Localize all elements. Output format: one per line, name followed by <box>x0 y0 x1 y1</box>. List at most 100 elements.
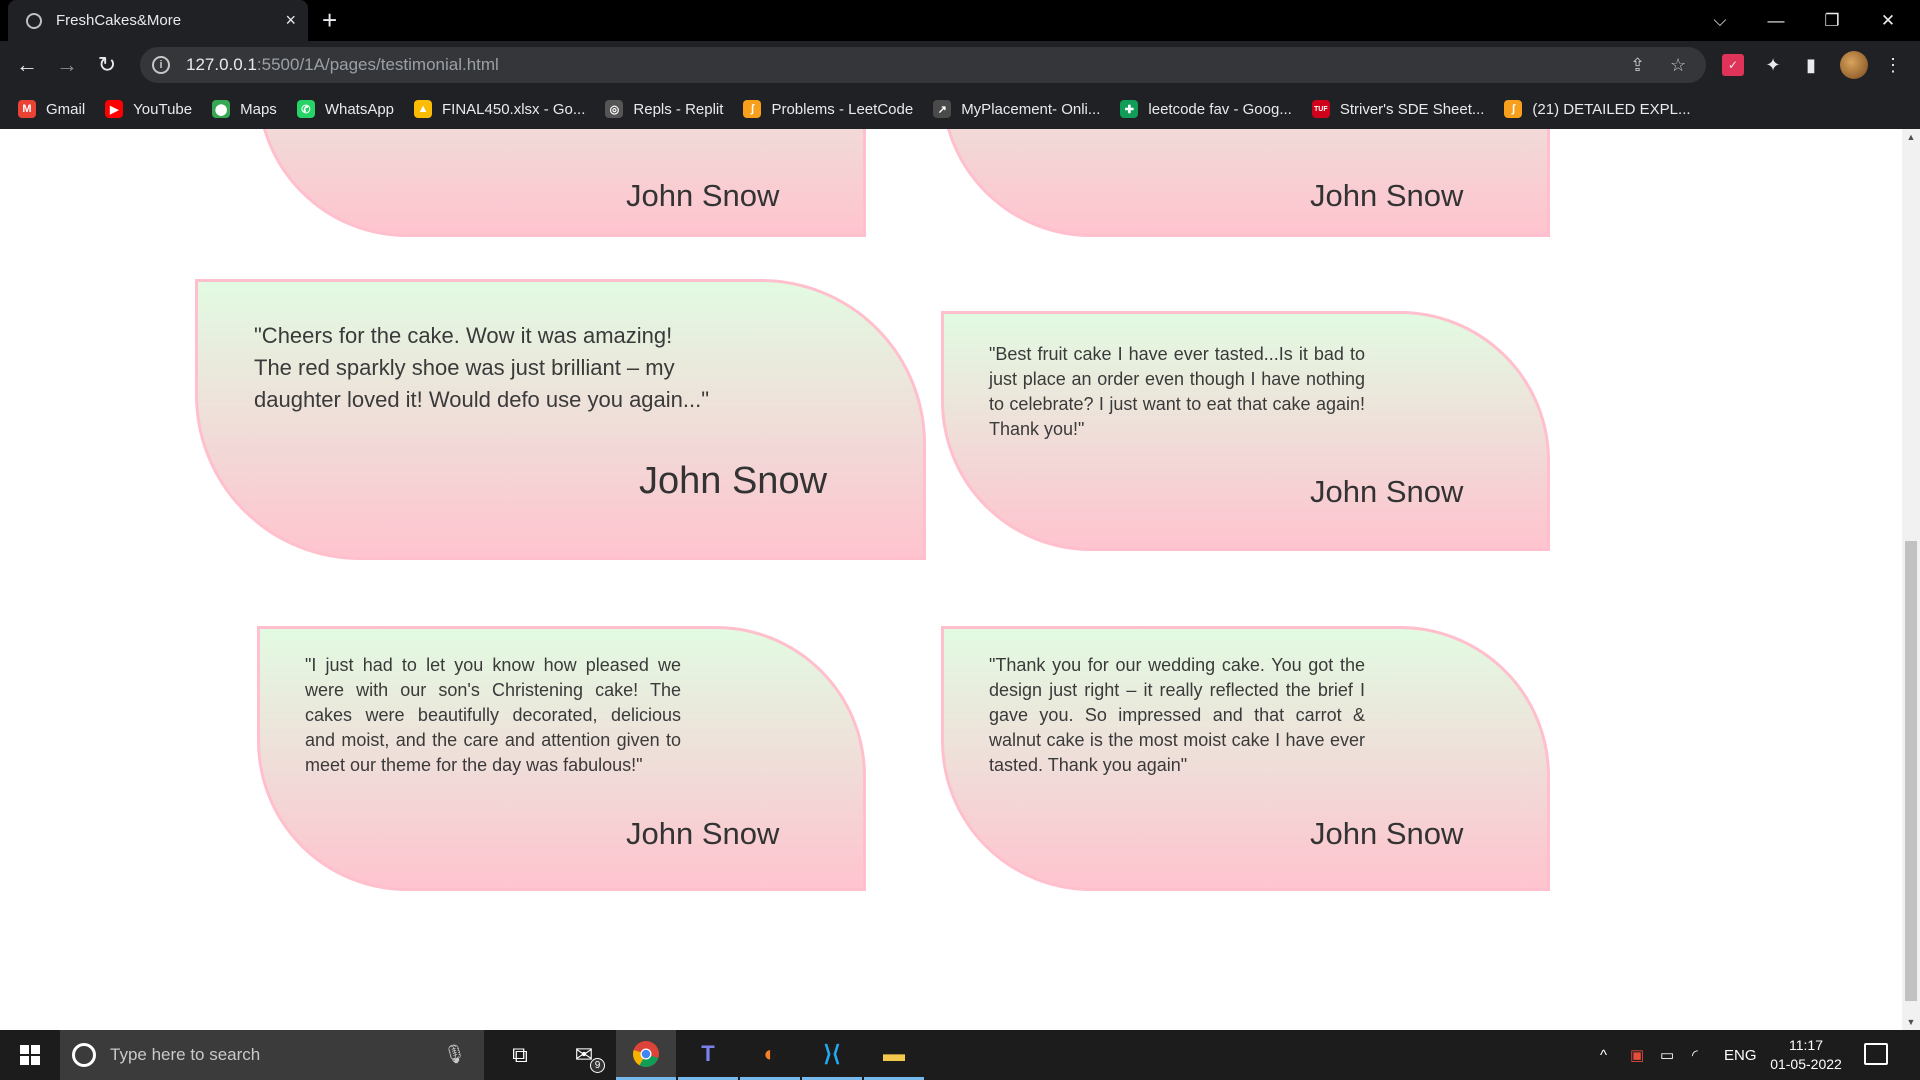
bookmark-label: Striver's SDE Sheet... <box>1339 100 1485 118</box>
taskbar-search-box[interactable]: Type here to search 🎙 <box>60 1030 484 1080</box>
start-button[interactable] <box>0 1030 60 1080</box>
notification-center-icon[interactable] <box>1864 1043 1888 1065</box>
testimonial-author: John Snow <box>639 460 828 502</box>
tab-strip: FreshCakes&More × + ⌵ — ❐ ✕ <box>0 0 1920 41</box>
page-scrollbar[interactable]: ▲ ▼ <box>1902 129 1920 1030</box>
testimonial-card-5: "I just had to let you know how pleased … <box>257 626 866 891</box>
address-bar[interactable]: i 127.0.0.1:5500/1A/pages/testimonial.ht… <box>140 47 1706 83</box>
chrome-app-icon[interactable] <box>616 1030 676 1080</box>
replit-icon: ◎ <box>605 100 624 118</box>
bookmark-item[interactable]: ʃ Problems - LeetCode <box>743 100 913 118</box>
testimonial-author: John Snow <box>626 178 780 213</box>
language-indicator[interactable]: ENG <box>1724 1030 1757 1080</box>
mail-app-icon[interactable]: ✉ 9 <box>554 1030 614 1080</box>
testimonial-card-4: "Best fruit cake I have ever tasted...Is… <box>941 311 1550 551</box>
file-explorer-icon[interactable]: ▬ <box>864 1030 924 1080</box>
bookmark-label: leetcode fav - Goog... <box>1148 100 1292 118</box>
testimonial-quote: "Best fruit cake I have ever tasted...Is… <box>989 344 1365 439</box>
testimonial-author: John Snow <box>1310 474 1464 509</box>
bookmark-item[interactable]: ▶ YouTube <box>105 100 192 118</box>
bookmark-star-icon[interactable]: ☆ <box>1670 55 1686 76</box>
close-tab-icon[interactable]: × <box>285 10 296 31</box>
bookmark-label: WhatsApp <box>324 100 395 118</box>
back-button[interactable]: ← <box>12 50 42 80</box>
bookmark-item[interactable]: ◎ Repls - Replit <box>605 100 723 118</box>
bookmark-item[interactable]: ʃ (21) DETAILED EXPL... <box>1504 100 1691 118</box>
testimonial-quote: "Thank you for our wedding cake. You got… <box>989 655 1365 775</box>
testimonial-card-6: "Thank you for our wedding cake. You got… <box>941 626 1550 891</box>
wifi-icon[interactable]: ◜ <box>1692 1030 1698 1080</box>
bookmark-label: YouTube <box>133 100 193 118</box>
bookmark-label: Maps <box>240 100 277 118</box>
globe-icon <box>26 12 42 29</box>
chrome-logo-icon <box>633 1040 659 1067</box>
page-viewport: John Snow John Snow "Cheers for the cake… <box>0 129 1902 1030</box>
new-tab-button[interactable]: + <box>322 6 337 34</box>
maps-icon: ⬤ <box>212 100 231 118</box>
scroll-up-arrow-icon[interactable]: ▲ <box>1902 129 1920 145</box>
search-placeholder: Type here to search <box>110 1045 261 1064</box>
testimonial-card-1: John Snow <box>257 129 866 237</box>
task-view-icon[interactable]: ⧉ <box>490 1030 550 1080</box>
bookmark-item[interactable]: M Gmail <box>18 100 85 118</box>
pocket-extension-icon[interactable]: ✓ <box>1722 54 1744 76</box>
tuf-icon: TUF <box>1311 100 1330 118</box>
windows-logo-icon <box>20 1045 40 1065</box>
testimonial-card-3: "Cheers for the cake. Wow it was amazing… <box>195 279 926 560</box>
clock-date: 01-05-2022 <box>1770 1056 1842 1072</box>
site-info-icon[interactable]: i <box>152 56 170 74</box>
whatsapp-icon: ✆ <box>296 100 315 118</box>
vscode-app-icon[interactable]: ⟩⟨ <box>802 1030 862 1080</box>
google-drive-icon: ▲ <box>414 100 433 118</box>
forward-button[interactable]: → <box>52 50 82 80</box>
battery-icon[interactable]: ▭ <box>1660 1030 1674 1080</box>
google-sheets-icon: ✚ <box>1120 100 1139 118</box>
testimonial-quote: "I just had to let you know how pleased … <box>305 655 681 775</box>
bookmark-item[interactable]: ✚ leetcode fav - Goog... <box>1120 100 1292 118</box>
cortana-icon <box>72 1043 96 1067</box>
scroll-down-arrow-icon[interactable]: ▼ <box>1902 1014 1920 1030</box>
side-panel-icon[interactable]: ▮ <box>1800 54 1822 76</box>
bookmark-item[interactable]: ▲ FINAL450.xlsx - Go... <box>414 100 585 118</box>
bookmark-label: Problems - LeetCode <box>771 100 914 118</box>
mail-badge: 9 <box>590 1058 605 1073</box>
bookmark-item[interactable]: ✆ WhatsApp <box>296 100 395 118</box>
gmail-icon: M <box>18 100 36 118</box>
testimonial-author: John Snow <box>1310 816 1464 851</box>
external-link-icon: ↗ <box>933 100 952 118</box>
microphone-icon[interactable]: 🎙 <box>443 1044 466 1065</box>
leetcode-icon: ʃ <box>1504 100 1523 118</box>
menu-kebab-icon[interactable]: ⋮ <box>1882 54 1904 76</box>
tab-freshcakes[interactable]: FreshCakes&More × <box>8 0 308 41</box>
tab-search-button[interactable]: ⌵ <box>1692 0 1748 41</box>
windows-taskbar: Type here to search 🎙 ⧉ ✉ 9 T ◐ ⟩⟨ ▬ ^ ▣ … <box>0 1030 1920 1080</box>
bookmarks-bar: M Gmail ▶ YouTube ⬤ Maps ✆ WhatsApp ▲ FINAL450.xl… <box>0 89 1920 129</box>
url-text[interactable]: 127.0.0.1:5500/1A/pages/testimonial.html <box>186 55 499 75</box>
eclipse-app-icon[interactable]: ◐ <box>740 1030 800 1080</box>
bookmark-item[interactable]: ⬤ Maps <box>212 100 277 118</box>
extensions-puzzle-icon[interactable]: ✦ <box>1762 54 1784 76</box>
share-icon[interactable]: ⇪ <box>1630 55 1645 76</box>
taskbar-clock[interactable]: 11:17 01-05-2022 <box>1760 1036 1852 1074</box>
scrollbar-thumb[interactable] <box>1905 541 1917 1001</box>
security-tray-icon[interactable]: ▣ <box>1630 1030 1644 1080</box>
testimonial-card-2: John Snow <box>941 129 1550 237</box>
testimonial-author: John Snow <box>626 816 780 851</box>
clock-time: 11:17 <box>1789 1037 1823 1053</box>
profile-avatar[interactable] <box>1840 51 1868 79</box>
bookmark-item[interactable]: TUF Striver's SDE Sheet... <box>1311 100 1485 118</box>
bookmark-label: FINAL450.xlsx - Go... <box>442 100 586 118</box>
reload-button[interactable]: ↻ <box>92 50 122 80</box>
tab-title: FreshCakes&More <box>56 12 182 29</box>
show-hidden-icons[interactable]: ^ <box>1600 1030 1607 1080</box>
restore-button[interactable]: ❐ <box>1804 0 1860 41</box>
leetcode-icon: ʃ <box>743 100 762 118</box>
teams-app-icon[interactable]: T <box>678 1030 738 1080</box>
youtube-icon: ▶ <box>105 100 124 118</box>
minimize-button[interactable]: — <box>1748 0 1804 41</box>
close-window-button[interactable]: ✕ <box>1860 0 1916 41</box>
bookmark-item[interactable]: ↗ MyPlacement- Onli... <box>933 100 1100 118</box>
bookmark-label: Gmail <box>46 100 86 118</box>
bookmark-label: (21) DETAILED EXPL... <box>1532 100 1691 118</box>
bookmark-label: MyPlacement- Onli... <box>961 100 1101 118</box>
